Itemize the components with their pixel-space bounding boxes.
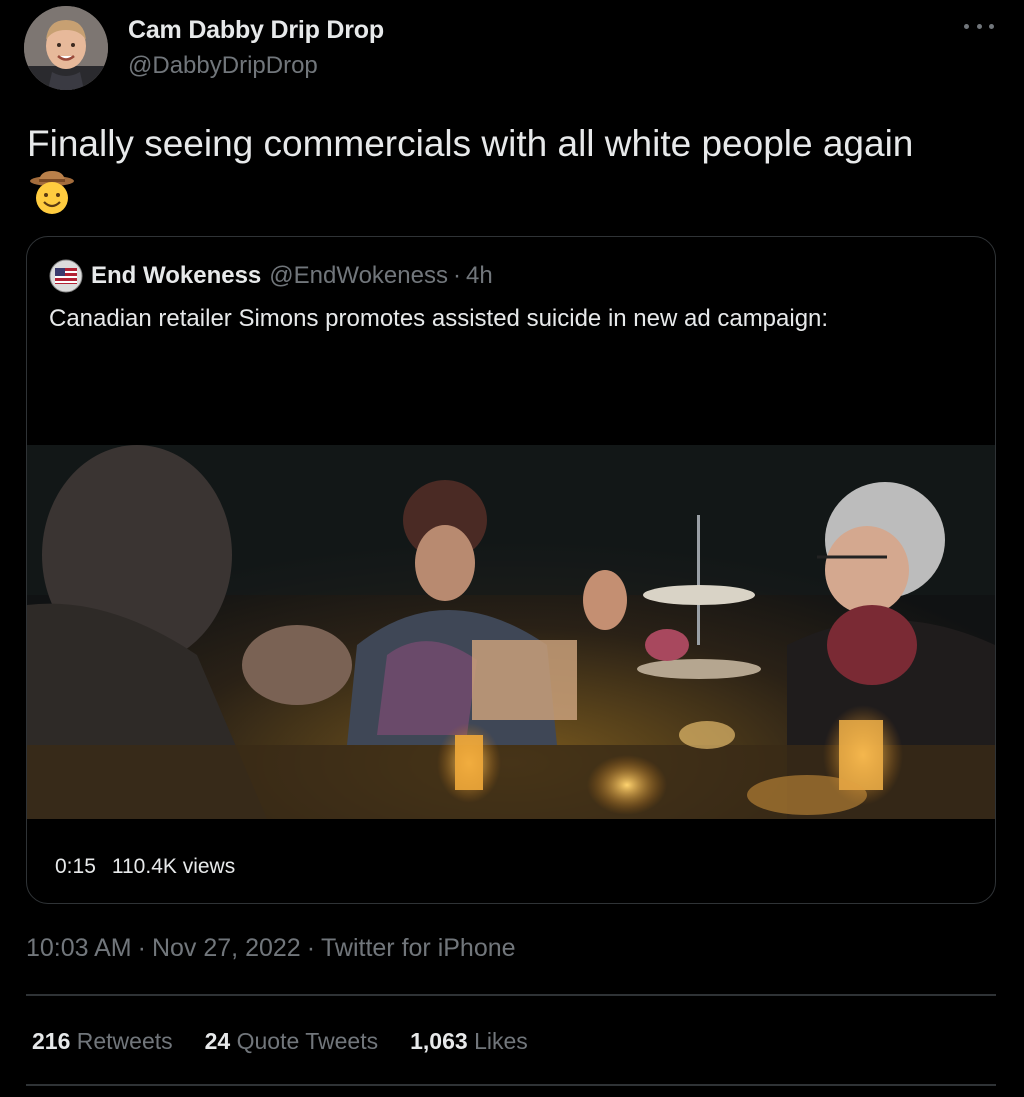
quoted-time-ago[interactable]: 4h	[466, 262, 493, 290]
more-options-icon[interactable]	[964, 20, 994, 34]
quote-tweets-label: Quote Tweets	[236, 1028, 379, 1054]
flag-emblem-icon	[49, 259, 83, 293]
separator: ·	[137, 934, 146, 962]
tweet-date[interactable]: Nov 27, 2022	[152, 934, 301, 962]
retweets-label: Retweets	[76, 1028, 173, 1054]
tweet-author: Cam Dabby Drip Drop @DabbyDripDrop	[24, 6, 1000, 90]
divider	[26, 1084, 996, 1086]
quoted-author-name[interactable]: End Wokeness	[91, 262, 261, 290]
video-view-count: 110.4K views	[111, 855, 236, 878]
separator: ·	[306, 934, 316, 962]
author-display-name[interactable]: Cam Dabby Drip Drop	[128, 16, 384, 45]
retweets-stat[interactable]: 216 Retweets	[32, 1028, 173, 1055]
tweet-metadata: 10:03 AM · Nov 27, 2022 · Twitter for iPhone	[26, 934, 516, 963]
tweet-source[interactable]: Twitter for iPhone	[321, 934, 516, 962]
video-player[interactable]	[27, 445, 995, 819]
separator: ·	[452, 262, 461, 289]
author-avatar[interactable]	[24, 6, 108, 90]
likes-count: 1,063	[410, 1028, 468, 1054]
engagement-stats: 216 Retweets 24 Quote Tweets 1,063 Likes	[32, 1028, 528, 1055]
likes-stat[interactable]: 1,063 Likes	[410, 1028, 528, 1055]
cowboy-face-emoji-icon	[28, 170, 76, 216]
quote-tweets-count: 24	[204, 1028, 231, 1054]
video-duration: 0:15	[55, 855, 96, 878]
quoted-author-handle[interactable]: @EndWokeness	[269, 262, 448, 290]
author-handle[interactable]: @DabbyDripDrop	[128, 52, 384, 80]
quoted-tweet-card[interactable]: End Wokeness @EndWokeness · 4h Canadian …	[26, 236, 996, 904]
likes-label: Likes	[474, 1028, 528, 1054]
retweets-count: 216	[32, 1028, 71, 1054]
quoted-tweet-text: Canadian retailer Simons promotes assist…	[49, 305, 829, 332]
tweet-time[interactable]: 10:03 AM	[26, 934, 132, 962]
divider	[26, 994, 996, 996]
tweet-text: Finally seeing commercials with all whit…	[27, 123, 914, 164]
quote-tweets-stat[interactable]: 24 Quote Tweets	[205, 1028, 378, 1055]
